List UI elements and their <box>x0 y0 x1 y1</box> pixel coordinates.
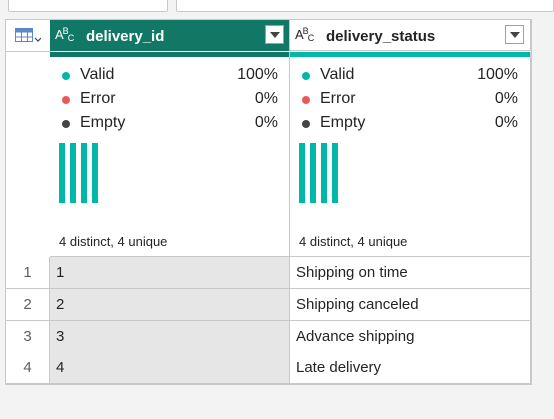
text-type-icon: ABC <box>55 26 74 43</box>
distribution-bar[interactable] <box>92 143 98 203</box>
row-number[interactable]: 1 <box>6 257 50 289</box>
quality-label: Valid <box>320 66 355 83</box>
distribution-chart[interactable] <box>59 143 139 203</box>
error-dot-icon <box>62 96 70 104</box>
quality-label: Empty <box>80 114 126 131</box>
column-name: delivery_status <box>326 28 436 45</box>
quality-empty: Empty 0% <box>60 113 278 137</box>
valid-dot-icon <box>302 72 310 80</box>
quality-empty: Empty 0% <box>300 113 518 137</box>
table-cell-delivery-id[interactable]: 1 <box>50 257 290 289</box>
formula-bar[interactable] <box>176 0 554 12</box>
distribution-bar[interactable] <box>321 143 327 203</box>
data-grid: ABC delivery_id ABC delivery_status Vali… <box>5 19 532 385</box>
quality-bar <box>50 52 289 57</box>
table-cell-delivery-id[interactable]: 2 <box>50 289 290 321</box>
quality-label: Error <box>80 90 116 107</box>
quality-value: 0% <box>254 114 278 131</box>
table-cell-delivery-id[interactable]: 3 <box>50 321 290 353</box>
text-type-icon: ABC <box>295 26 314 43</box>
name-box[interactable] <box>8 0 168 12</box>
column-dropdown-button[interactable] <box>265 25 284 44</box>
quality-bar <box>290 52 530 57</box>
quality-value: 0% <box>254 90 278 107</box>
distinct-count: 4 distinct, 4 unique <box>59 234 168 249</box>
quality-value: 100% <box>237 66 278 83</box>
empty-dot-icon <box>302 120 310 128</box>
row-number[interactable]: 3 <box>6 321 50 353</box>
table-icon <box>15 28 41 42</box>
quality-value: 100% <box>477 66 518 83</box>
row-number[interactable]: 4 <box>6 352 50 384</box>
distribution-bar[interactable] <box>59 143 65 203</box>
column-profile-delivery-id: Valid 100% Error 0% Empty 0% 4 distinct,… <box>50 52 290 257</box>
profile-row-header <box>6 52 51 258</box>
quality-error: Error 0% <box>300 89 518 113</box>
valid-dot-icon <box>62 72 70 80</box>
empty-dot-icon <box>62 120 70 128</box>
table-menu-button[interactable] <box>6 20 51 52</box>
quality-error: Error 0% <box>60 89 278 113</box>
distribution-bar[interactable] <box>81 143 87 203</box>
column-header-delivery-id[interactable]: ABC delivery_id <box>50 20 290 51</box>
table-cell-delivery-status[interactable]: Advance shipping <box>290 321 531 353</box>
distribution-chart[interactable] <box>299 143 379 203</box>
quality-label: Error <box>320 90 356 107</box>
column-dropdown-button[interactable] <box>505 25 524 44</box>
quality-value: 0% <box>494 114 518 131</box>
chevron-down-icon <box>270 32 280 38</box>
table-cell-delivery-status[interactable]: Late delivery <box>290 352 531 384</box>
table-cell-delivery-status[interactable]: Shipping canceled <box>290 289 531 321</box>
distribution-bar[interactable] <box>70 143 76 203</box>
quality-value: 0% <box>494 90 518 107</box>
error-dot-icon <box>302 96 310 104</box>
quality-valid: Valid 100% <box>60 65 278 89</box>
column-name: delivery_id <box>86 28 165 45</box>
table-cell-delivery-id[interactable]: 4 <box>50 352 290 384</box>
quality-label: Valid <box>80 66 115 83</box>
quality-label: Empty <box>320 114 366 131</box>
column-header-delivery-status[interactable]: ABC delivery_status <box>290 20 531 51</box>
distribution-bar[interactable] <box>332 143 338 203</box>
column-profile-delivery-status: Valid 100% Error 0% Empty 0% 4 distinct,… <box>290 52 531 257</box>
table-cell-delivery-status[interactable]: Shipping on time <box>290 257 531 289</box>
distinct-count: 4 distinct, 4 unique <box>299 234 408 249</box>
distribution-bar[interactable] <box>310 143 316 203</box>
chevron-down-icon <box>510 32 520 38</box>
quality-valid: Valid 100% <box>300 65 518 89</box>
top-strip <box>0 0 554 14</box>
distribution-bar[interactable] <box>299 143 305 203</box>
row-number[interactable]: 2 <box>6 289 50 321</box>
